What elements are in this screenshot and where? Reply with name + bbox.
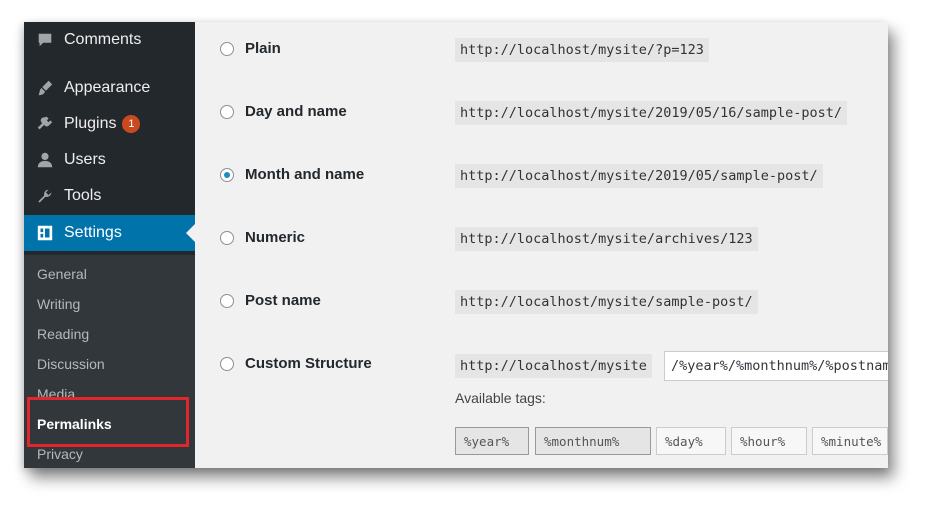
menu-label: Settings <box>64 224 122 241</box>
option-custom-structure[interactable]: Custom Structure <box>220 355 372 372</box>
update-count-badge: 1 <box>122 115 141 133</box>
menu-users[interactable]: Users <box>24 142 195 178</box>
menu-label: Appearance <box>64 79 151 96</box>
plug-icon <box>36 115 54 133</box>
tag-monthnum-button[interactable]: %monthnum% <box>535 427 651 455</box>
option-numeric[interactable]: Numeric <box>220 229 305 246</box>
option-plain[interactable]: Plain <box>220 40 281 57</box>
radio-day-and-name[interactable] <box>220 104 234 119</box>
admin-sidebar: Comments Appearance Plugins 1 Users Tool… <box>24 22 195 468</box>
available-tags-label: Available tags: <box>455 390 546 406</box>
option-month-and-name[interactable]: Month and name <box>220 166 364 183</box>
menu-label: Comments <box>64 31 142 48</box>
permalink-settings: Plain http://localhost/mysite/?p=123 Day… <box>195 22 888 468</box>
submenu-general[interactable]: General <box>37 266 87 282</box>
menu-label: Tools <box>64 187 102 204</box>
submenu-discussion[interactable]: Discussion <box>37 356 105 372</box>
option-label: Month and name <box>245 166 365 183</box>
menu-label: Users <box>64 151 106 168</box>
radio-plain[interactable] <box>220 41 234 56</box>
menu-settings[interactable]: Settings <box>24 215 195 251</box>
tag-year-button[interactable]: %year% <box>455 427 529 455</box>
users-icon <box>36 151 54 169</box>
url-example-day-and-name: http://localhost/mysite/2019/05/16/sampl… <box>455 101 848 125</box>
comment-icon <box>36 31 54 49</box>
radio-numeric[interactable] <box>220 230 234 245</box>
permalinks-highlight-box <box>27 397 189 447</box>
tag-day-button[interactable]: %day% <box>656 427 726 455</box>
url-example-plain: http://localhost/mysite/?p=123 <box>455 38 709 62</box>
wrench-icon <box>36 187 54 205</box>
option-day-and-name[interactable]: Day and name <box>220 103 347 120</box>
custom-structure-base-url: http://localhost/mysite <box>455 354 652 378</box>
screenshot-frame: Comments Appearance Plugins 1 Users Tool… <box>24 22 888 468</box>
url-example-post-name: http://localhost/mysite/sample-post/ <box>455 290 758 314</box>
option-label: Day and name <box>245 103 347 120</box>
radio-post-name[interactable] <box>220 293 234 308</box>
url-example-month-and-name: http://localhost/mysite/2019/05/sample-p… <box>455 164 823 188</box>
option-label: Post name <box>245 292 321 309</box>
submenu-privacy[interactable]: Privacy <box>37 446 83 462</box>
custom-structure-input[interactable]: /%year%/%monthnum%/%postname%/ <box>664 351 888 381</box>
option-label: Custom Structure <box>245 355 372 372</box>
option-label: Numeric <box>245 229 306 246</box>
option-label: Plain <box>245 40 281 57</box>
radio-month-and-name[interactable] <box>220 167 234 182</box>
menu-label: Plugins <box>64 115 117 132</box>
menu-comments[interactable]: Comments <box>24 22 195 58</box>
tag-hour-button[interactable]: %hour% <box>731 427 807 455</box>
url-example-numeric: http://localhost/mysite/archives/123 <box>455 227 758 251</box>
tag-minute-button[interactable]: %minute% <box>812 427 888 455</box>
radio-custom-structure[interactable] <box>220 356 234 371</box>
option-post-name[interactable]: Post name <box>220 292 321 309</box>
submenu-writing[interactable]: Writing <box>37 296 80 312</box>
menu-tools[interactable]: Tools <box>24 178 195 214</box>
paintbrush-icon <box>36 79 54 97</box>
menu-plugins[interactable]: Plugins 1 <box>24 106 195 142</box>
submenu-reading[interactable]: Reading <box>37 326 89 342</box>
settings-icon <box>36 224 54 242</box>
menu-appearance[interactable]: Appearance <box>24 70 195 106</box>
